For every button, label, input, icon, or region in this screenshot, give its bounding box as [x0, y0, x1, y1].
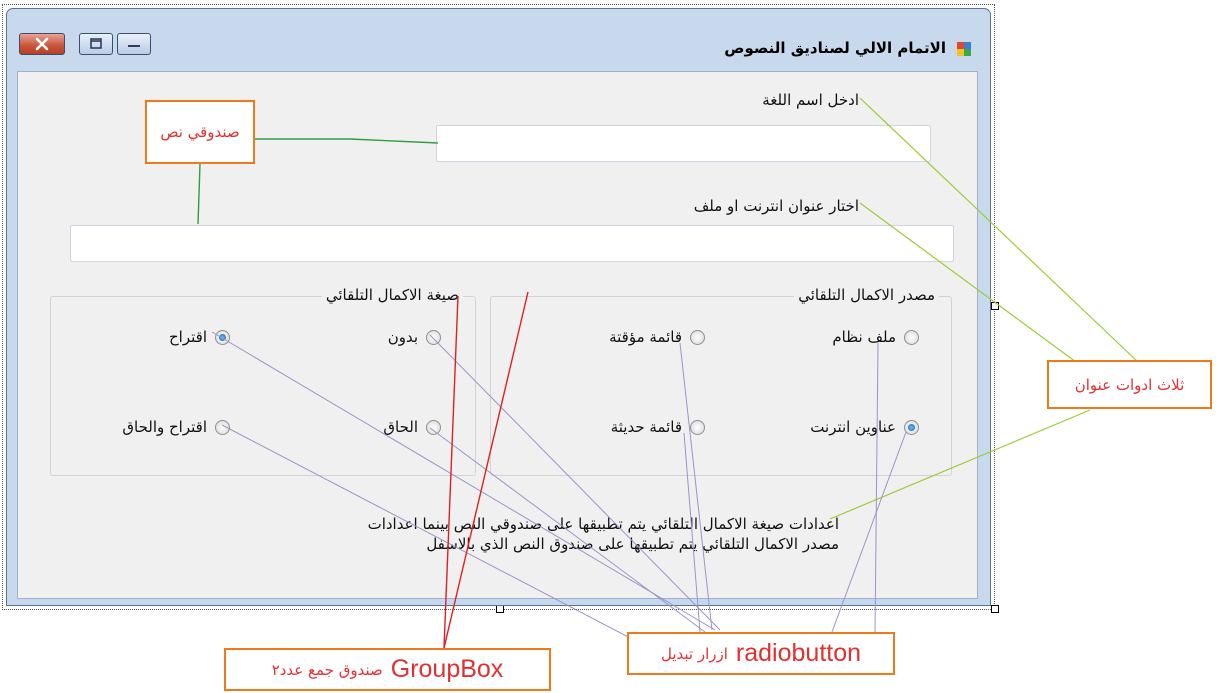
radio-button-icon — [904, 329, 919, 345]
resize-handle-corner[interactable] — [991, 605, 999, 613]
maximize-button[interactable] — [79, 33, 113, 55]
radio-file-system[interactable]: ملف نظام — [832, 328, 919, 346]
info-line-2: مصدر الاكمال التلقائي يتم تطبيقها على صن… — [426, 535, 839, 553]
radio-label: بدون — [387, 328, 418, 346]
radio-suggest[interactable]: اقتراح — [169, 328, 230, 346]
window-title: الاتمام الالي لصناديق النصوص — [724, 39, 946, 57]
groupbox-mode-title: صيغة الاكمال التلقائي — [321, 286, 463, 304]
info-text: اعدادات صيغة الاكمال التلقائي يتم تطبيقه… — [368, 514, 839, 554]
close-icon — [35, 37, 49, 51]
groupbox-autocomplete-source: مصدر الاكمال التلقائي ملف نظام قائمة مؤق… — [490, 286, 952, 476]
resize-handle-bottom[interactable] — [496, 605, 504, 613]
radio-temp-list[interactable]: قائمة مؤقتة — [609, 328, 705, 346]
info-line-1: اعدادات صيغة الاكمال التلقائي يتم تطبيقه… — [367, 515, 839, 533]
form-icon — [957, 42, 971, 56]
radio-label: ملف نظام — [832, 328, 896, 346]
callout-textboxes: صندوقي نص — [145, 100, 255, 164]
radio-button-icon — [426, 329, 441, 345]
radio-internet-urls[interactable]: عناوين انترنت — [810, 418, 919, 436]
radio-append[interactable]: الحاق — [383, 418, 441, 436]
radio-button-icon — [215, 329, 230, 345]
callout-groupbox: صندوق جمع عدد٢ GroupBox — [224, 648, 551, 691]
radio-button-icon — [690, 419, 705, 435]
title-bar: الاتمام الالي لصناديق النصوص — [7, 9, 990, 79]
groupbox-autocomplete-mode: صيغة الاكمال التلقائي بدون اقتراح الحاق … — [50, 286, 476, 476]
source-label: اختار عنوان انترنت او ملف — [693, 197, 859, 215]
callout-radiobutton: ازرار تبديل radiobutton — [627, 632, 895, 675]
callout-radio-main: radiobutton — [735, 639, 862, 667]
callout-groupbox-main: GroupBox — [390, 655, 504, 683]
language-input[interactable] — [436, 125, 931, 162]
radio-label: قائمة حديثة — [610, 418, 682, 436]
callout-labels: ثلاث ادوات عنوان — [1047, 360, 1212, 409]
groupbox-source-title: مصدر الاكمال التلقائي — [794, 286, 939, 304]
radio-suggest-append[interactable]: اقتراح والحاق — [122, 418, 230, 436]
resize-handle-right[interactable] — [991, 302, 999, 310]
radio-button-icon — [426, 419, 441, 435]
minimize-icon — [128, 45, 140, 47]
radio-button-icon — [215, 419, 230, 435]
close-button[interactable] — [19, 33, 65, 55]
maximize-icon — [90, 38, 102, 49]
minimize-button[interactable] — [117, 33, 151, 55]
language-label: ادخل اسم اللغة — [762, 91, 859, 109]
callout-radio-sub: ازرار تبديل — [660, 644, 728, 663]
radio-label: عناوين انترنت — [810, 418, 896, 436]
radio-label: قائمة مؤقتة — [609, 328, 682, 346]
radio-button-icon — [904, 419, 919, 435]
radio-label: اقتراح — [169, 328, 207, 346]
radio-label: اقتراح والحاق — [122, 418, 207, 436]
radio-none[interactable]: بدون — [388, 328, 441, 346]
radio-recent-list[interactable]: قائمة حديثة — [611, 418, 705, 436]
callout-groupbox-sub: صندوق جمع عدد٢ — [271, 660, 383, 679]
source-input[interactable] — [70, 225, 954, 262]
form-window: الاتمام الالي لصناديق النصوص ادخل اسم ال… — [6, 8, 991, 606]
radio-label: الحاق — [383, 418, 418, 436]
radio-button-icon — [690, 329, 705, 345]
